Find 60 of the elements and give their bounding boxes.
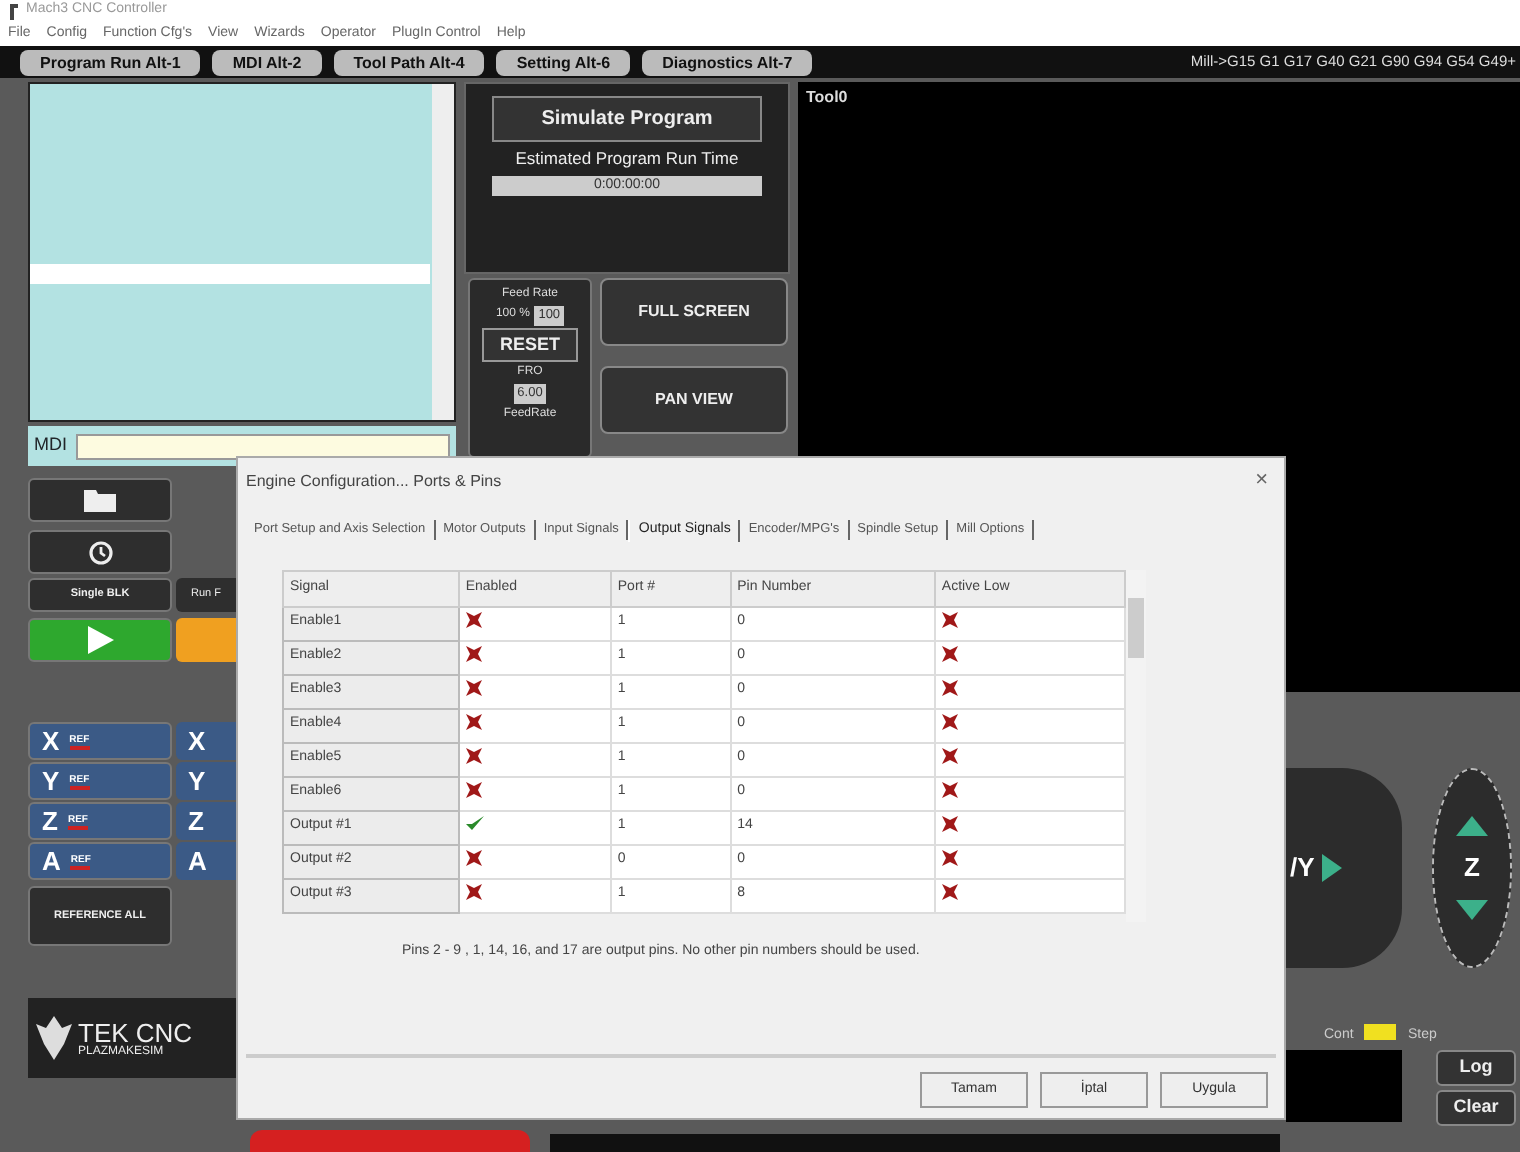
mdi-field[interactable]	[75, 433, 450, 459]
cross-icon[interactable]	[465, 612, 482, 629]
history-icon	[87, 539, 113, 565]
zero-axis-button[interactable]: Z	[176, 802, 236, 840]
simulate-button[interactable]: Simulate Program	[492, 96, 762, 142]
logo-name: TEK CNC	[78, 1019, 193, 1045]
axis-letter: X	[42, 723, 60, 760]
cross-icon[interactable]	[465, 884, 482, 901]
cross-icon[interactable]	[465, 714, 482, 731]
full-screen-button[interactable]: FULL SCREEN	[600, 278, 788, 346]
app-icon	[8, 3, 20, 19]
screen-tab[interactable]: Program Run Alt-1	[20, 49, 201, 75]
clear-button[interactable]: Clear	[1436, 1090, 1516, 1126]
xy-label: /Y	[1290, 850, 1315, 887]
screen-tab[interactable]: Tool Path Alt-4	[333, 49, 485, 75]
jog-right-icon[interactable]	[1322, 854, 1343, 882]
axis-letter: A	[42, 843, 61, 880]
cross-icon[interactable]	[465, 748, 482, 765]
axis-letter: Z	[42, 803, 58, 840]
cross-icon[interactable]	[465, 646, 482, 663]
cycle-start-button[interactable]	[28, 618, 172, 662]
close-button[interactable]: ×	[1255, 464, 1268, 497]
cross-icon[interactable]	[941, 680, 958, 697]
folder-icon	[84, 488, 116, 512]
scrollbar[interactable]	[432, 84, 454, 420]
dialog-title: Engine Configuration... Ports & Pins	[246, 472, 502, 490]
jog-up-icon[interactable]	[1456, 816, 1488, 837]
cross-icon[interactable]	[941, 612, 958, 629]
run-time-label: Estimated Program Run Time	[515, 146, 739, 172]
pan-view-button[interactable]: PAN VIEW	[600, 366, 788, 434]
z-label: Z	[1464, 850, 1480, 887]
cross-icon[interactable]	[465, 850, 482, 867]
reset-button[interactable]: RESET	[481, 327, 578, 363]
axis-letter: Y	[42, 763, 60, 800]
recent-button[interactable]	[28, 530, 172, 574]
log-button[interactable]: Log	[1436, 1050, 1516, 1086]
play-icon	[86, 626, 114, 654]
message-box	[1286, 1050, 1402, 1122]
tool-label: Tool0	[806, 88, 848, 106]
open-file-button[interactable]	[28, 478, 172, 522]
cross-icon[interactable]	[941, 646, 958, 663]
zero-axis-button[interactable]: X	[176, 722, 236, 760]
mdi-label: MDI	[34, 432, 67, 459]
screen-tab[interactable]: Diagnostics Alt-7	[642, 49, 813, 75]
cross-icon[interactable]	[465, 782, 482, 799]
cross-icon[interactable]	[941, 850, 958, 867]
scroll-thumb[interactable]	[1128, 597, 1144, 657]
jog-down-icon[interactable]	[1456, 899, 1488, 920]
cross-icon[interactable]	[941, 816, 958, 833]
cross-icon[interactable]	[465, 680, 482, 697]
zero-axis-button[interactable]: A	[176, 842, 236, 880]
cont-indicator	[1364, 1024, 1396, 1040]
zero-axis-button[interactable]: Y	[176, 762, 236, 800]
cross-icon[interactable]	[941, 748, 958, 765]
check-icon[interactable]	[465, 816, 484, 833]
screen-tab[interactable]: MDI Alt-2	[212, 49, 322, 75]
cross-icon[interactable]	[941, 782, 958, 799]
cross-icon[interactable]	[941, 714, 958, 731]
screen-tab[interactable]: Setting Alt-6	[496, 49, 631, 75]
cross-icon[interactable]	[941, 884, 958, 901]
